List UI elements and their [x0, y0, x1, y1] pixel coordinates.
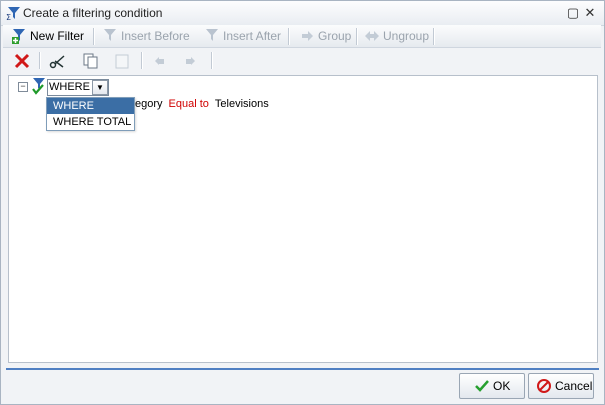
- condition-field[interactable]: egory: [135, 98, 163, 110]
- filter-tree-panel: − WHERE ▼ WHERE WHERE TOTAL egory Equal to…: [8, 75, 598, 363]
- insert-after-label: Insert After: [223, 29, 282, 43]
- condition-operator[interactable]: Equal to: [169, 98, 209, 110]
- cancel-label: Cancel: [555, 379, 593, 393]
- dialog-title: Create a filtering condition: [23, 6, 163, 20]
- where-select[interactable]: WHERE ▼: [47, 79, 109, 96]
- cut-icon[interactable]: [49, 52, 67, 70]
- close-icon[interactable]: ✕: [583, 6, 597, 20]
- filter-check-icon: [32, 78, 45, 95]
- delete-icon[interactable]: [13, 52, 31, 70]
- dropdown-option-where-total[interactable]: WHERE TOTAL: [47, 114, 134, 130]
- filter-condition[interactable]: egory Equal to Televisions: [135, 98, 269, 110]
- chevron-down-icon[interactable]: ▼: [91, 80, 108, 95]
- new-filter-icon: [12, 29, 25, 44]
- copy-icon[interactable]: [81, 52, 99, 70]
- toolbar-separator: [39, 52, 41, 69]
- ok-button[interactable]: OK: [459, 373, 525, 399]
- svg-text:Σ: Σ: [6, 13, 11, 21]
- toolbar-separator: [356, 28, 358, 45]
- title-bar: Σ Create a filtering condition ▢ ✕: [1, 1, 604, 26]
- filter-dialog: Σ Create a filtering condition ▢ ✕ New F…: [0, 0, 605, 405]
- new-filter-label: New Filter: [30, 29, 85, 43]
- maximize-icon[interactable]: ▢: [566, 6, 580, 20]
- toolbar-separator: [288, 28, 290, 45]
- where-select-value: WHERE: [49, 81, 90, 93]
- toolbar-separator: [93, 28, 95, 45]
- cancel-icon: [537, 378, 551, 393]
- arrow-left-right-icon: [365, 31, 379, 41]
- toolbar-separator: [433, 28, 435, 45]
- where-dropdown-list: WHERE WHERE TOTAL: [46, 97, 135, 131]
- ungroup-button[interactable]: Ungroup: [364, 28, 429, 44]
- undo-icon[interactable]: [151, 52, 169, 70]
- arrow-right-icon: [302, 31, 313, 41]
- new-filter-button[interactable]: New Filter: [11, 28, 84, 44]
- dialog-footer: OK Cancel: [1, 370, 604, 404]
- ungroup-label: Ungroup: [383, 29, 430, 43]
- toolbar-separator: [141, 52, 143, 69]
- group-label: Group: [318, 29, 352, 43]
- insert-before-icon: [104, 29, 116, 41]
- filter-sigma-icon: Σ: [6, 7, 20, 21]
- insert-before-label: Insert Before: [121, 29, 190, 43]
- paste-icon[interactable]: [113, 52, 131, 70]
- group-button[interactable]: Group: [299, 28, 351, 44]
- checkmark-icon: [475, 379, 489, 392]
- insert-after-icon: [206, 29, 218, 41]
- dropdown-option-where[interactable]: WHERE: [47, 98, 134, 114]
- collapse-icon[interactable]: −: [18, 82, 28, 92]
- insert-after-button[interactable]: Insert After: [204, 28, 281, 44]
- insert-before-button[interactable]: Insert Before: [102, 28, 190, 44]
- ok-label: OK: [493, 379, 511, 393]
- condition-value[interactable]: Televisions: [215, 98, 269, 110]
- redo-icon[interactable]: [181, 52, 199, 70]
- cancel-button[interactable]: Cancel: [528, 373, 594, 399]
- filter-toolbar: New Filter Insert Before Insert After Gr…: [3, 25, 601, 48]
- edit-toolbar: [3, 48, 601, 72]
- toolbar-separator: [211, 52, 213, 69]
